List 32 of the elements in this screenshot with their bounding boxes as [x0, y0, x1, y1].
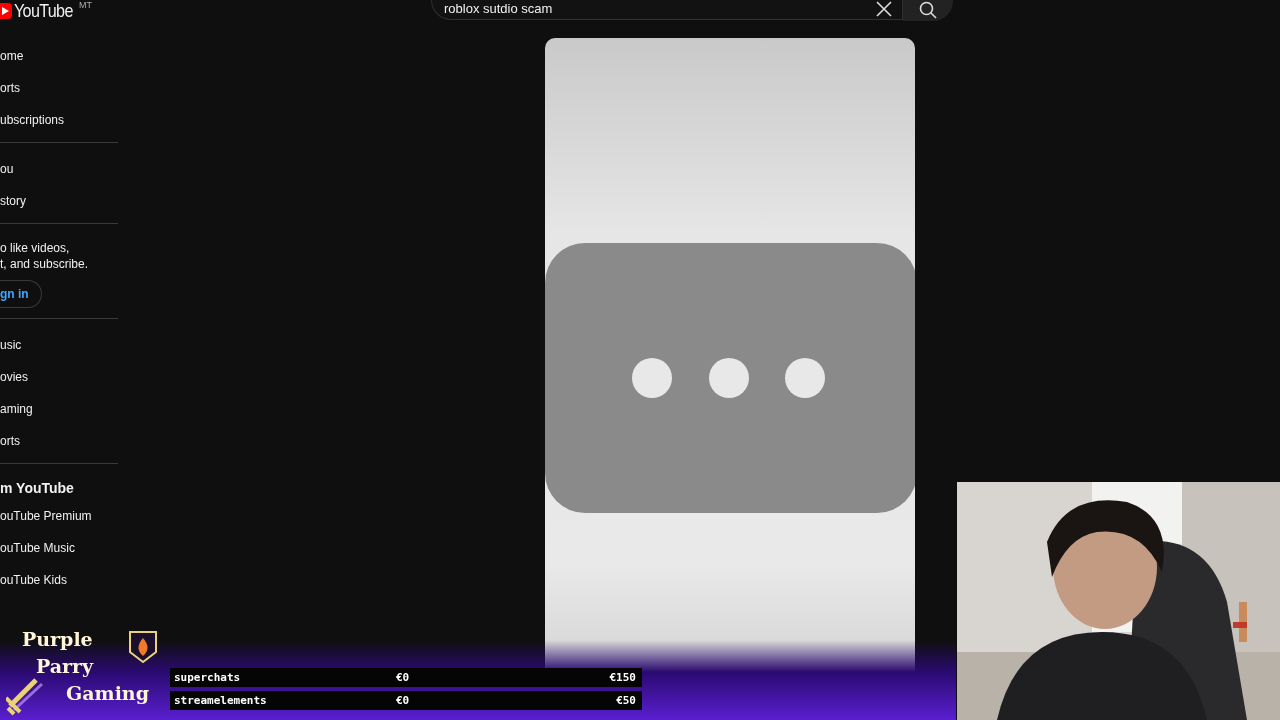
goal-target: €150 — [609, 671, 637, 684]
close-icon — [875, 0, 893, 18]
goal-target: €50 — [616, 694, 637, 707]
section-heading: m YouTube — [0, 479, 75, 498]
sidebar-item[interactable]: ouTube Music — [0, 532, 118, 564]
play-logo-icon — [0, 1, 12, 21]
sidebar-item[interactable]: ubscriptions — [0, 104, 118, 136]
logo-text: YouTube — [14, 0, 73, 22]
sidebar-item[interactable]: aming — [0, 393, 118, 425]
channel-logo-text: Gaming — [66, 681, 149, 706]
sidebar-item[interactable]: orts — [0, 425, 118, 457]
sidebar-item[interactable]: ovies — [0, 361, 118, 393]
country-code: MT — [79, 0, 93, 10]
sword-icon — [6, 676, 46, 716]
goal-name: superchats — [173, 671, 242, 684]
sidebar-item[interactable]: story — [0, 185, 118, 217]
channel-logo-text: Parry — [36, 654, 94, 679]
goal-name: streamelements — [173, 694, 268, 707]
sign-in-prompt: o like videos, t, and subscribe. — [0, 240, 90, 272]
sidebar-item[interactable]: ou — [0, 153, 118, 185]
sidebar-item[interactable]: usic — [0, 329, 118, 361]
goal-current: €0 — [396, 671, 411, 684]
search-field[interactable]: roblox sutdio scam — [431, 0, 903, 20]
search-icon — [919, 0, 937, 19]
sidebar-item[interactable]: ouTube Premium — [0, 500, 118, 532]
sidebar-item[interactable]: ouTube Kids — [0, 564, 118, 596]
search-button[interactable] — [903, 0, 953, 21]
sidebar-item[interactable]: orts — [0, 72, 118, 104]
channel-logo-text: Purple — [22, 627, 93, 652]
shield-flame-icon — [128, 630, 158, 664]
sidebar-item[interactable]: ome — [0, 40, 118, 72]
goal-current: €0 — [396, 694, 411, 707]
